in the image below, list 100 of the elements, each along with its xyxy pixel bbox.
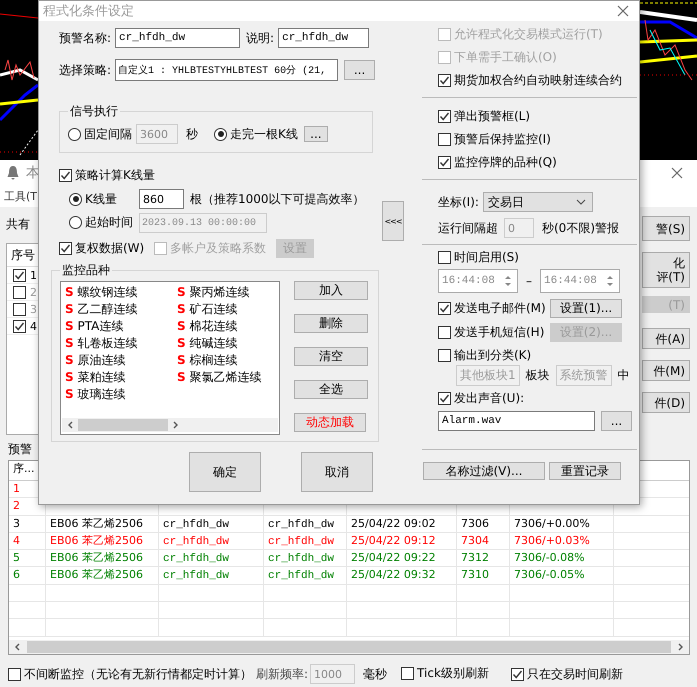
option-label: 起始时间 — [85, 214, 133, 231]
column-header[interactable]: 序号 — [11, 246, 35, 264]
name-filter-button[interactable]: 名称过滤(V)... — [423, 462, 545, 480]
option-label: 固定间隔 — [84, 126, 132, 142]
sound-checkbox[interactable]: 发出声音(U): — [438, 390, 524, 407]
time-field[interactable]: 16:44:08 — [540, 269, 620, 293]
list-action-button[interactable]: 删除 — [294, 314, 368, 333]
trading-time-checkbox[interactable]: 只在交易时间刷新 — [510, 666, 623, 682]
continuous-monitor-checkbox[interactable]: 不间断监控（无论有无新行情都定时计算） — [8, 666, 252, 682]
sms-checkbox[interactable]: 发送手机短信(H) — [438, 324, 544, 340]
hint-text: 根（推荐1000以下可提高效率） — [190, 190, 365, 208]
section-label: 预警 — [8, 440, 32, 458]
row-number: 1 — [30, 268, 37, 282]
option-checkbox[interactable]: 期货加权合约自动映射连续合约 — [438, 72, 637, 89]
table-cell: 3 — [13, 516, 20, 530]
row-number: 3 — [30, 302, 37, 316]
table-cell: 25/04/22 09:22 — [351, 551, 436, 564]
field-label: 运行间隔超 — [438, 220, 498, 236]
list-item[interactable]: S 聚丙烯连续 — [177, 284, 289, 301]
table-cell: 25/04/22 09:12 — [351, 534, 436, 547]
list-item[interactable]: S 纯碱连续 — [177, 335, 289, 352]
table-cell: cr_hfdh_dw — [268, 570, 334, 582]
table-cell: 7306/+0.00% — [514, 516, 590, 530]
strategy-field[interactable]: 自定义1 : YHLBTESTYHLBTEST 60分 (21, — [115, 59, 338, 81]
menu-item[interactable]: 工具(T — [4, 188, 38, 204]
unit-label: 毫秒 — [363, 666, 388, 682]
table-cell: cr_hfdh_dw — [163, 553, 230, 566]
column-header[interactable]: 序... — [13, 462, 34, 475]
table-cell: 5 — [13, 551, 20, 564]
list-action-button[interactable]: 清空 — [294, 347, 368, 366]
name-field[interactable]: cr_hfdh_dw — [115, 28, 240, 48]
time-field[interactable]: 16:44:08 — [438, 269, 518, 293]
browse-button[interactable]: ... — [304, 126, 328, 142]
list-item[interactable]: S 乙二醇连续 — [65, 301, 177, 318]
count-field[interactable]: 860 — [139, 189, 184, 209]
list-item[interactable]: S 聚氯乙烯连续 — [177, 369, 289, 386]
table-cell: 7306/+0.03% — [514, 534, 590, 547]
time-enable-checkbox[interactable]: 时间启用(S) — [438, 249, 519, 266]
list-item[interactable]: S 轧卷板连续 — [65, 335, 177, 352]
settings-button[interactable]: 设置(1)... — [550, 299, 622, 318]
window-title: 本 — [26, 164, 40, 182]
tick-refresh-checkbox[interactable]: Tick级别刷新 — [401, 665, 489, 682]
list-item[interactable]: S 棕榈连续 — [177, 352, 289, 369]
sound-file-field[interactable]: Alarm.wav — [438, 411, 595, 431]
side-button[interactable]: 警(S) — [642, 216, 690, 241]
section-label: 共有 — [6, 216, 31, 233]
table-cell: EB06 苯乙烯2506 — [50, 568, 143, 582]
output-checkbox[interactable]: 输出到分类(K) — [438, 347, 532, 364]
field-label: 预警名称: — [59, 30, 112, 46]
list-action-button[interactable]: 全选 — [294, 380, 368, 399]
browse-button[interactable]: ... — [344, 60, 376, 80]
row-number: 4 — [30, 320, 37, 332]
side-button[interactable]: 件(D) — [642, 392, 690, 413]
list-item[interactable]: S 原油连续 — [65, 352, 177, 369]
side-button[interactable]: 件(M) — [642, 360, 690, 381]
list-item[interactable]: S 螺纹钢连续 — [65, 284, 177, 301]
table-cell: cr_hfdh_dw — [163, 518, 230, 531]
table-cell: 7304 — [461, 534, 489, 547]
table-cell: 1 — [13, 482, 20, 495]
field-label: 板块 — [526, 367, 550, 384]
table-cell: 7306/-0.08% — [514, 551, 585, 564]
table-cell: EB06 苯乙烯2506 — [50, 516, 143, 530]
cancel-button[interactable]: 取消 — [301, 452, 373, 492]
table-cell: 7310 — [461, 568, 489, 582]
description-field[interactable]: cr_hfdh_dw — [278, 28, 370, 48]
table-cell: 4 — [13, 534, 20, 547]
side-button[interactable]: 件(A) — [642, 328, 690, 349]
kline-count-checkbox[interactable]: 策略计算K线量 — [59, 167, 155, 184]
collapse-button[interactable]: <<< — [382, 201, 404, 241]
list-item[interactable]: S 菜粕连续 — [65, 369, 177, 386]
field-label: 坐标(I): — [438, 194, 479, 210]
table-cell: 7306 — [461, 516, 489, 530]
table-cell: 25/04/22 09:32 — [351, 568, 436, 582]
axis-dropdown[interactable]: 交易日 — [482, 192, 593, 212]
table-cell: 25/04/22 09:02 — [351, 516, 436, 530]
table-cell: 7312 — [461, 551, 489, 564]
field-label: 说明: — [246, 30, 274, 46]
email-checkbox[interactable]: 发送电子邮件(M) — [438, 300, 546, 317]
table-cell: EB06 苯乙烯2506 — [50, 551, 143, 564]
row-number: 2 — [30, 286, 37, 298]
adjusted-data-checkbox[interactable]: 复权数据(W) — [59, 240, 144, 257]
list-item[interactable]: S 棉花连续 — [177, 318, 289, 335]
list-action-button[interactable]: 加入 — [294, 281, 368, 300]
browse-button[interactable]: ... — [601, 411, 632, 431]
option-checkbox[interactable]: 弹出预警框(L) — [438, 108, 637, 125]
reset-button[interactable]: 重置记录 — [549, 462, 621, 480]
list-item[interactable]: S 矿石连续 — [177, 301, 289, 318]
ok-button[interactable]: 确定 — [189, 452, 261, 492]
table-cell: cr_hfdh_dw — [268, 536, 334, 548]
table-cell: cr_hfdh_dw — [163, 536, 230, 548]
table-cell: cr_hfdh_dw — [268, 518, 334, 531]
option-checkbox[interactable]: 监控停牌的品种(Q) — [438, 154, 637, 171]
option-checkbox[interactable]: 预警后保持监控(I) — [438, 131, 637, 148]
table-cell: 7306/-0.05% — [514, 568, 585, 582]
list-item[interactable]: S PTA连续 — [65, 318, 177, 335]
table-cell: cr_hfdh_dw — [163, 570, 230, 582]
table-cell: 6 — [13, 568, 20, 582]
side-button[interactable]: 化 评(T) — [642, 252, 690, 288]
option-label: 走完一根K线 — [230, 126, 298, 142]
list-item[interactable]: S 玻璃连续 — [65, 386, 177, 403]
